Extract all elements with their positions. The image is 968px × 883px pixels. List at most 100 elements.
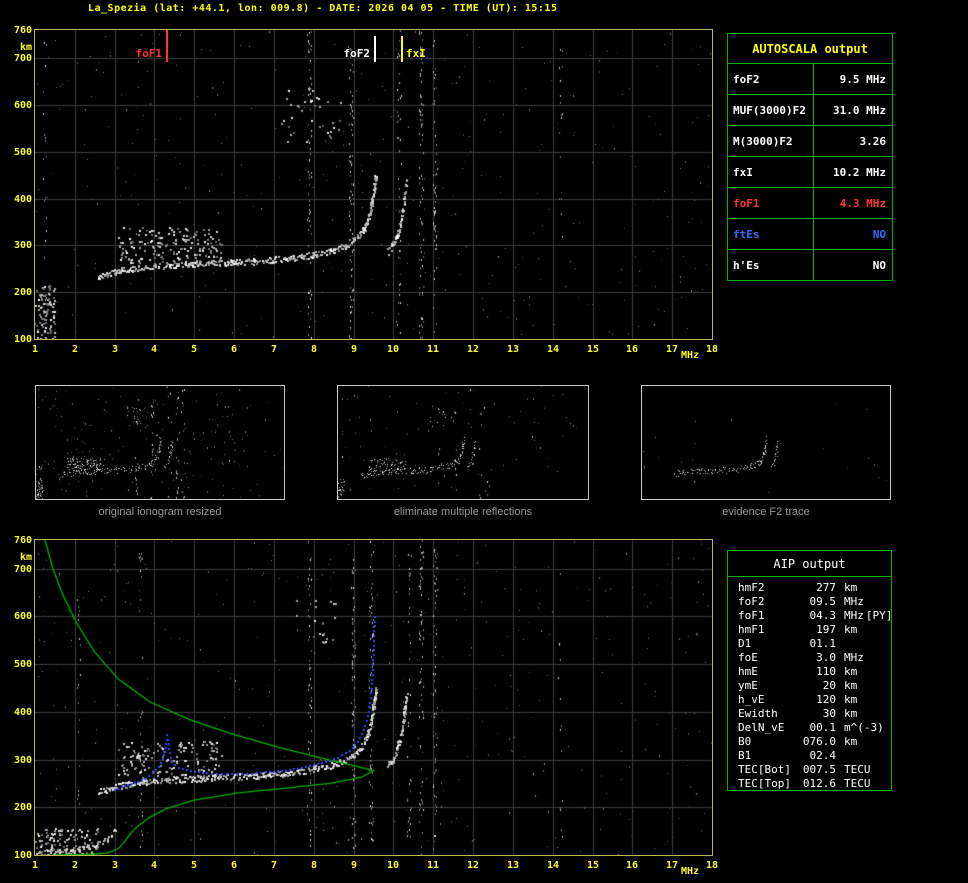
x-tick-label: 14 — [543, 344, 563, 355]
aip-param-value: 20 — [798, 679, 836, 693]
aip-row-hmf1: hmF1197 km — [728, 623, 891, 637]
thumbnail-caption-eliminate: eliminate multiple reflections — [337, 506, 589, 518]
x-tick-label: 6 — [224, 860, 244, 871]
y-tick-label: 700 — [0, 564, 32, 575]
autoscala-row-hes: h'EsNO — [728, 249, 892, 280]
aip-table-title: AIP output — [728, 551, 891, 577]
aip-param-value: 007.5 — [798, 763, 836, 777]
autoscala-output-table: AUTOSCALA output foF29.5 MHzMUF(3000)F23… — [727, 33, 893, 281]
x-tick-label: 8 — [304, 344, 324, 355]
param-value: 3.26 — [814, 126, 892, 156]
header-title: La_Spezia (lat: +44.1, lon: 009.8) - DAT… — [88, 3, 557, 14]
aip-param-unit: km — [844, 623, 857, 637]
y-tick-label: 600 — [0, 611, 32, 622]
aip-param-value: 110 — [798, 665, 836, 679]
x-tick-label: 11 — [423, 860, 443, 871]
autoscala-row-fof2: foF29.5 MHz — [728, 63, 892, 94]
x-tick-label: 9 — [344, 344, 364, 355]
y-tick-label: 760 — [0, 535, 32, 546]
x-axis-unit-label: MHz — [681, 866, 699, 877]
autoscala-row-m3000f2: M(3000)F23.26 — [728, 125, 892, 156]
aip-row-d1: D101.1 — [728, 637, 891, 651]
param-label: h'Es — [728, 250, 814, 280]
aip-param-label: B0 — [738, 735, 798, 749]
aip-param-label: Ewidth — [738, 707, 798, 721]
aip-row-foe: foE3.0MHz — [728, 651, 891, 665]
profile-ionogram-canvas — [35, 540, 712, 855]
x-tick-label: 5 — [184, 860, 204, 871]
aip-param-unit: km — [844, 581, 857, 595]
aip-param-label: hmF1 — [738, 623, 798, 637]
aip-param-label: h_vE — [738, 693, 798, 707]
thumbnail-original-canvas — [36, 386, 284, 499]
aip-param-unit: km — [844, 735, 857, 749]
param-label: M(3000)F2 — [728, 126, 814, 156]
aip-param-unit: MHz — [844, 609, 864, 623]
x-tick-label: 18 — [702, 344, 722, 355]
profile-ionogram-panel — [34, 539, 713, 856]
aip-param-label: TEC[Top] — [738, 777, 798, 791]
aip-param-unit: km — [844, 707, 857, 721]
aip-param-extra: [PY] — [866, 609, 893, 623]
autoscala-table-title: AUTOSCALA output — [728, 34, 892, 63]
param-value: 10.2 MHz — [814, 157, 892, 187]
x-tick-label: 8 — [304, 860, 324, 871]
x-tick-label: 1 — [25, 860, 45, 871]
aip-row-hmf2: hmF2277km — [728, 581, 891, 595]
x-tick-label: 17 — [662, 860, 682, 871]
aip-param-unit: km — [844, 665, 857, 679]
aip-row-hme: hmE110km — [728, 665, 891, 679]
aip-param-value: 04.3 — [798, 609, 836, 623]
aip-param-value: 30 — [798, 707, 836, 721]
y-axis-unit-label: km — [0, 42, 32, 53]
aip-param-value: 02.4 — [798, 749, 836, 763]
aip-row-b1: B102.4 — [728, 749, 891, 763]
x-tick-label: 4 — [144, 860, 164, 871]
main-ionogram-panel: foF1foF2fxI — [34, 29, 713, 340]
x-tick-label: 3 — [105, 344, 125, 355]
x-tick-label: 11 — [423, 344, 443, 355]
aip-param-label: TEC[Bot] — [738, 763, 798, 777]
main-ionogram-canvas — [35, 30, 712, 339]
autoscala-row-muf3000f2: MUF(3000)F231.0 MHz — [728, 94, 892, 125]
thumbnail-evidence-canvas — [642, 386, 890, 499]
x-tick-label: 4 — [144, 344, 164, 355]
aip-row-delnve: DelN_vE00.1m^(-3) — [728, 721, 891, 735]
thumbnail-eliminate-canvas — [338, 386, 588, 499]
x-tick-label: 16 — [622, 344, 642, 355]
y-tick-label: 700 — [0, 53, 32, 64]
x-tick-label: 16 — [622, 860, 642, 871]
aip-row-b0: B0076.0km — [728, 735, 891, 749]
aip-param-label: ymE — [738, 679, 798, 693]
param-value: NO — [814, 219, 892, 249]
x-tick-label: 2 — [65, 860, 85, 871]
param-label: foF1 — [728, 188, 814, 218]
y-axis-unit-label: km — [0, 552, 32, 563]
y-tick-label: 200 — [0, 802, 32, 813]
param-label: foF2 — [728, 64, 814, 94]
x-tick-label: 17 — [662, 344, 682, 355]
autoscala-row-fxi: fxI10.2 MHz — [728, 156, 892, 187]
param-value: NO — [814, 250, 892, 280]
x-tick-label: 10 — [383, 344, 403, 355]
autoscala-row-fof1: foF14.3 MHz — [728, 187, 892, 218]
aip-param-value: 197 — [798, 623, 836, 637]
aip-param-value: 012.6 — [798, 777, 836, 791]
x-axis-unit-label: MHz — [681, 350, 699, 361]
aip-table-rows: hmF2277kmfoF209.5MHzfoF104.3MHz[PY]hmF11… — [728, 577, 891, 791]
x-tick-label: 13 — [503, 860, 523, 871]
aip-row-ewidth: Ewidth30 km — [728, 707, 891, 721]
y-tick-label: 100 — [0, 850, 32, 861]
aip-param-label: foF1 — [738, 609, 798, 623]
x-tick-label: 5 — [184, 344, 204, 355]
aip-param-unit: MHz — [844, 651, 864, 665]
aip-row-fof2: foF209.5MHz — [728, 595, 891, 609]
aip-param-unit: km — [844, 693, 857, 707]
aip-row-yme: ymE20km — [728, 679, 891, 693]
y-tick-label: 300 — [0, 755, 32, 766]
x-tick-label: 14 — [543, 860, 563, 871]
aip-param-label: B1 — [738, 749, 798, 763]
aip-row-tectop: TEC[Top]012.6TECU — [728, 777, 891, 791]
x-tick-label: 15 — [583, 860, 603, 871]
y-tick-label: 400 — [0, 707, 32, 718]
